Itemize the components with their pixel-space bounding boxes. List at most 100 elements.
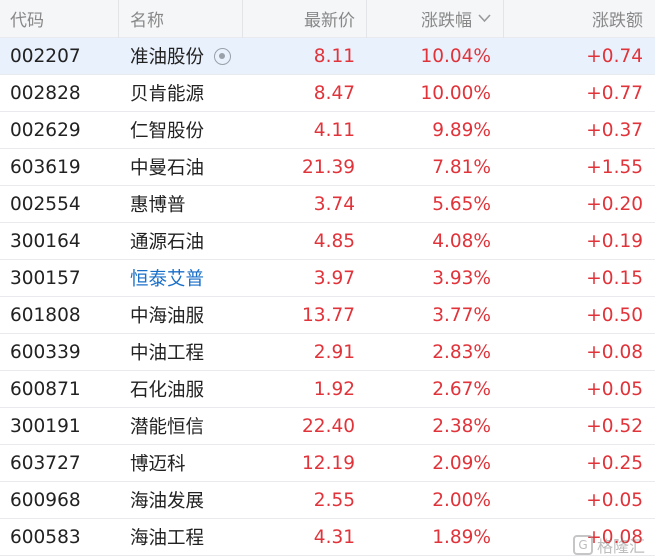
change-percent: 2.38% — [368, 408, 491, 444]
change-percent-text: 3.93% — [432, 267, 491, 289]
change-percent: 10.00% — [368, 75, 491, 111]
change-amount-text: +0.05 — [586, 489, 643, 511]
chevron-down-icon[interactable] — [478, 11, 491, 27]
change-percent-text: 10.04% — [420, 45, 491, 67]
stock-name: 潜能恒信 — [130, 408, 240, 444]
table-row[interactable]: 300164 通源石油 4.85 4.08% +0.19 — [0, 223, 655, 260]
change-amount-text: +0.25 — [586, 452, 643, 474]
stock-code: 600583 — [10, 519, 115, 555]
stock-name-text: 准油股份 — [130, 47, 205, 68]
watch-icon[interactable] — [214, 47, 232, 65]
stock-name: 通源石油 — [130, 223, 240, 259]
change-amount-text: +0.74 — [586, 45, 643, 67]
stock-name-text: 博迈科 — [130, 454, 186, 475]
stock-name[interactable]: 恒泰艾普 — [130, 260, 240, 296]
table-row[interactable]: 601808 中海油服 13.77 3.77% +0.50 — [0, 297, 655, 334]
header-pct-label: 涨跌幅 — [421, 11, 472, 31]
change-amount: +0.50 — [505, 297, 643, 333]
stock-name: 贝肯能源 — [130, 75, 240, 111]
table-row[interactable]: 002207 准油股份 8.11 10.04% +0.74 — [0, 38, 655, 75]
stock-code-text: 300191 — [10, 415, 81, 437]
table-row[interactable]: 002629 仁智股份 4.11 9.89% +0.37 — [0, 112, 655, 149]
stock-code-text: 002554 — [10, 193, 81, 215]
stock-name: 准油股份 — [130, 38, 240, 74]
change-amount-text: +1.55 — [586, 156, 643, 178]
stock-code-text: 300157 — [10, 267, 81, 289]
latest-price: 22.40 — [244, 408, 355, 444]
stock-name-text: 中曼石油 — [130, 158, 205, 179]
header-chg[interactable]: 涨跌额 — [505, 0, 643, 37]
header-price[interactable]: 最新价 — [244, 0, 355, 37]
table-row[interactable]: 600583 海油工程 4.31 1.89% +0.08 — [0, 519, 655, 556]
change-amount: +0.77 — [505, 75, 643, 111]
latest-price: 12.19 — [244, 445, 355, 481]
header-name[interactable]: 名称 — [130, 0, 240, 37]
table-row[interactable]: 002828 贝肯能源 8.47 10.00% +0.77 — [0, 75, 655, 112]
change-percent: 2.67% — [368, 371, 491, 407]
latest-price: 4.11 — [244, 112, 355, 148]
table-row[interactable]: 300191 潜能恒信 22.40 2.38% +0.52 — [0, 408, 655, 445]
stock-code: 300157 — [10, 260, 115, 296]
stock-name-text: 通源石油 — [130, 232, 205, 253]
gelonghui-logo-icon: G — [572, 535, 593, 555]
change-percent: 10.04% — [368, 38, 491, 74]
change-percent-text: 2.67% — [432, 378, 491, 400]
stock-code: 002629 — [10, 112, 115, 148]
change-amount-text: +0.05 — [586, 378, 643, 400]
change-percent-text: 10.00% — [420, 82, 491, 104]
latest-price: 4.85 — [244, 223, 355, 259]
stock-code: 300191 — [10, 408, 115, 444]
stock-code-text: 601808 — [10, 304, 81, 326]
table-row[interactable]: 600871 石化油服 1.92 2.67% +0.05 — [0, 371, 655, 408]
table-row[interactable]: 300157 恒泰艾普 3.97 3.93% +0.15 — [0, 260, 655, 297]
table-row[interactable]: 002554 惠博普 3.74 5.65% +0.20 — [0, 186, 655, 223]
change-percent-text: 9.89% — [432, 119, 491, 141]
stock-code: 002554 — [10, 186, 115, 222]
table-row[interactable]: 600339 中油工程 2.91 2.83% +0.08 — [0, 334, 655, 371]
stock-code-text: 600968 — [10, 489, 81, 511]
stock-code-text: 002207 — [10, 45, 81, 67]
change-percent-text: 7.81% — [432, 156, 491, 178]
stock-name: 中油工程 — [130, 334, 240, 370]
stock-name-text: 海油工程 — [130, 528, 205, 549]
stock-code-text: 600339 — [10, 341, 81, 363]
stock-code: 600871 — [10, 371, 115, 407]
latest-price-text: 3.74 — [313, 193, 355, 215]
stock-code-text: 600583 — [10, 526, 81, 548]
change-percent: 2.09% — [368, 445, 491, 481]
stock-name-text: 仁智股份 — [130, 121, 205, 142]
latest-price-text: 21.39 — [302, 156, 355, 178]
stock-name: 石化油服 — [130, 371, 240, 407]
stock-code: 600968 — [10, 482, 115, 518]
latest-price-text: 12.19 — [302, 452, 355, 474]
latest-price-text: 8.11 — [313, 45, 355, 67]
change-percent: 9.89% — [368, 112, 491, 148]
change-amount-text: +0.19 — [586, 230, 643, 252]
table-row[interactable]: 603619 中曼石油 21.39 7.81% +1.55 — [0, 149, 655, 186]
change-percent: 3.77% — [368, 297, 491, 333]
stock-name: 博迈科 — [130, 445, 240, 481]
stock-name-text: 贝肯能源 — [130, 84, 205, 105]
latest-price: 4.31 — [244, 519, 355, 555]
latest-price: 8.47 — [244, 75, 355, 111]
stock-code-text: 002828 — [10, 82, 81, 104]
change-percent-text: 2.00% — [432, 489, 491, 511]
stock-code: 603727 — [10, 445, 115, 481]
change-amount: +0.19 — [505, 223, 643, 259]
stock-name-text: 石化油服 — [130, 380, 205, 401]
latest-price-text: 1.92 — [313, 378, 355, 400]
change-percent-text: 1.89% — [432, 526, 491, 548]
stock-table: 代码 名称 最新价 涨跌幅 涨跌额 002207 准油股份 8.11 10.04% +0… — [0, 0, 655, 556]
stock-code: 002828 — [10, 75, 115, 111]
latest-price-text: 4.11 — [313, 119, 355, 141]
change-amount: +0.05 — [505, 482, 643, 518]
change-percent: 7.81% — [368, 149, 491, 185]
header-pct[interactable]: 涨跌幅 — [368, 0, 491, 37]
latest-price: 1.92 — [244, 371, 355, 407]
latest-price-text: 13.77 — [302, 304, 355, 326]
table-row[interactable]: 603727 博迈科 12.19 2.09% +0.25 — [0, 445, 655, 482]
stock-name: 中海油服 — [130, 297, 240, 333]
header-code[interactable]: 代码 — [10, 0, 115, 37]
table-row[interactable]: 600968 海油发展 2.55 2.00% +0.05 — [0, 482, 655, 519]
watermark-text: 格隆汇 — [596, 537, 645, 556]
